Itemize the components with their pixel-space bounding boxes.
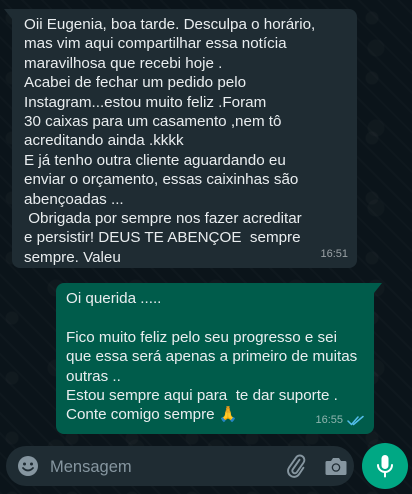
incoming-message-bubble[interactable]: Oii Eugenia, boa tarde. Desculpa o horár… bbox=[4, 9, 357, 268]
message-line: Acabei de fechar um pedido pelo bbox=[24, 74, 247, 92]
timestamp-text: 16:55 bbox=[315, 413, 343, 426]
message-line: acreditando ainda .kkkk bbox=[24, 132, 184, 150]
message-line: que essa será apenas a primeiro de muita… bbox=[66, 348, 358, 366]
message-composer bbox=[6, 446, 354, 486]
mic-button[interactable] bbox=[362, 443, 408, 489]
mic-icon bbox=[377, 455, 393, 478]
message-line: Obrigada por sempre nos fazer acreditar bbox=[24, 210, 302, 228]
message-line: 30 caixas para um casamento ,nem tô bbox=[24, 113, 282, 131]
message-line: e persistir! DEUS TE ABENÇOE sempre bbox=[24, 229, 301, 247]
message-line: abençoadas ... bbox=[24, 190, 124, 208]
read-receipt-icon bbox=[347, 415, 364, 426]
timestamp-text: 16:51 bbox=[320, 247, 348, 260]
message-timestamp: 16:55 bbox=[315, 411, 364, 430]
message-timestamp: 16:51 bbox=[320, 245, 348, 264]
message-line: E já tenho outra cliente aguardando eu bbox=[24, 151, 286, 169]
message-line: mas vim aqui compartilhar essa notícia bbox=[24, 35, 287, 53]
camera-icon[interactable] bbox=[324, 455, 348, 477]
message-line: Oii Eugenia, boa tarde. Desculpa o horár… bbox=[24, 16, 316, 33]
message-line: Oi querida ..... bbox=[66, 290, 162, 307]
message-line: Fico muito feliz pelo seu progresso e se… bbox=[66, 328, 337, 346]
message-line: maravilhosa que recebi hoje . bbox=[24, 54, 223, 72]
message-line: enviar o orçamento, essas caixinhas são bbox=[24, 171, 299, 189]
emoji-icon[interactable] bbox=[17, 455, 39, 477]
outgoing-message-bubble[interactable]: Oi querida ..... Fico muito feliz pelo s… bbox=[56, 283, 382, 434]
message-line: Instagram...estou muito feliz .Foram bbox=[24, 93, 267, 111]
attach-icon[interactable] bbox=[284, 454, 308, 478]
message-line: sempre. Valeu bbox=[24, 248, 121, 266]
message-line: outras .. bbox=[66, 367, 121, 385]
message-input[interactable] bbox=[50, 457, 230, 477]
message-line: Estou sempre aqui para te dar suporte . bbox=[66, 387, 338, 405]
